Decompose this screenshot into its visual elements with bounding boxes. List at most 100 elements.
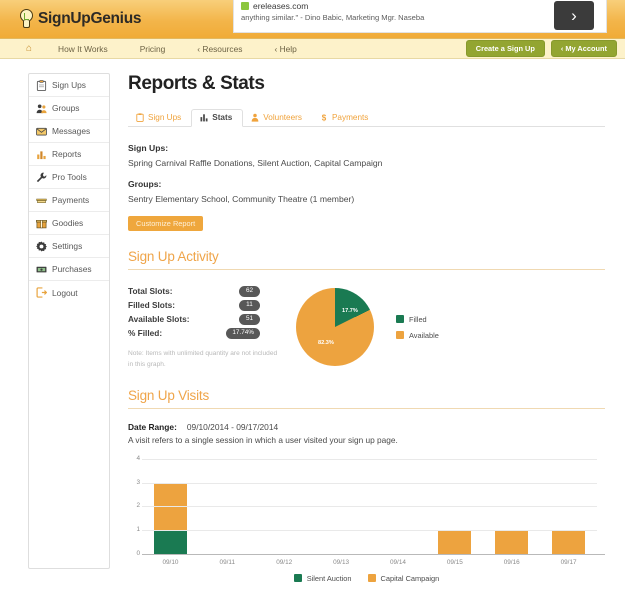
x-axis-label: 09/17 [560,558,577,566]
groups-label: Groups: [128,179,162,189]
create-sign-up-button[interactable]: Create a Sign Up [465,40,545,57]
sidebar-item-payments[interactable]: Payments [29,189,109,212]
sidebar-item-label: Sign Ups [52,80,86,90]
sidebar-item-purchases[interactable]: Purchases [29,258,109,281]
envelope-icon [36,127,47,135]
nav-link-resources[interactable]: ‹ Resources [181,44,258,54]
tab-stats[interactable]: Stats [191,109,244,127]
bar-chart-legend: Silent Auction Capital Campaign [128,574,605,583]
bar-chart-icon [37,150,46,159]
tab-payments[interactable]: $ Payments [312,113,378,126]
top-banner: SignUpGenius ereleases.com anything simi… [0,0,625,38]
ad-url[interactable]: ereleases.com [253,1,308,11]
sidebar-item-label: Goodies [52,218,84,228]
signups-value: Spring Carnival Raffle Donations, Silent… [128,158,383,168]
logout-icon [36,287,47,298]
x-axis-label: 09/10 [162,558,179,566]
legend-swatch-available [396,331,404,340]
sidebar-item-settings[interactable]: Settings [29,235,109,258]
bar-segment[interactable] [153,530,187,554]
sidebar-item-reports[interactable]: Reports [29,143,109,166]
pie-slice-label-filled: 17.7% [342,308,358,315]
stat-value: 62 [239,286,260,297]
sidebar-item-label: Reports [52,149,82,159]
svg-text:$: $ [322,114,327,122]
visits-bar-chart: 01234 09/10 09/11 09/12 09/13 09/14 09/15 09/1… [128,455,605,583]
legend-item: Capital Campaign [367,574,439,583]
activity-pie-chart: 17.7% 82.3% Filled Available [278,284,605,369]
my-account-button[interactable]: ‹ My Account [550,40,617,57]
gridline [142,458,597,460]
legend-label: Available [409,330,439,340]
y-axis-tick: 1 [136,526,140,534]
people-icon [36,103,47,113]
stat-label: Filled Slots: [128,300,176,311]
nav-link-pricing[interactable]: Pricing [124,44,182,54]
tab-volunteers[interactable]: Volunteers [243,113,312,126]
x-axis-label: 09/13 [333,558,350,566]
main-navigation: ⌂ How It Works Pricing ‹ Resources ‹ Hel… [0,38,625,59]
ad-next-button[interactable]: › [554,1,594,30]
nav-actions: Create a Sign Up ‹ My Account [465,40,617,57]
x-axis-label: 09/11 [219,558,236,566]
legend-item: Available [396,331,439,340]
stat-label: Available Slots: [128,314,190,325]
pie-legend: Filled Available [396,315,439,340]
nav-link-help[interactable]: ‹ Help [258,44,312,54]
filter-summary: Sign Ups: Spring Carnival Raffle Donatio… [128,143,605,232]
stat-value: 17.74% [226,328,260,339]
clipboard-icon [36,79,47,91]
bar-segment[interactable] [552,530,586,554]
groups-value: Sentry Elementary School, Community Thea… [128,194,355,204]
y-axis-tick: 4 [136,454,140,462]
sidebar-item-logout[interactable]: Logout [29,281,109,304]
tab-bar: Sign Ups Stats Volunteers $ Payments [128,108,605,127]
sign-up-activity-section: Total Slots: 62 Filled Slots: 11 Availab… [128,284,605,369]
lightbulb-icon [18,9,35,29]
legend-swatch-filled [396,315,404,324]
sidebar-item-label: Logout [52,287,78,298]
date-range-row: Date Range: 09/10/2014 - 09/17/2014 [128,422,605,432]
stat-label: % Filled: [128,328,163,339]
x-axis-label: 09/15 [446,558,463,566]
sidebar-item-groups[interactable]: Groups [29,97,109,120]
sidebar: Sign Ups Groups Messages Reports Pro Too… [28,73,110,569]
logo-text: SignUpGenius [38,10,142,27]
legend-item: Filled [396,315,439,324]
date-range-value: 09/10/2014 - 09/17/2014 [186,421,279,432]
legend-swatch-silent-auction [293,574,302,583]
sidebar-item-sign-ups[interactable]: Sign Ups [29,74,109,97]
customize-report-button[interactable]: Customize Report [128,216,204,232]
nav-link-how-it-works[interactable]: How It Works [42,44,124,54]
site-logo[interactable]: SignUpGenius [18,9,141,29]
bar-chart-plot: 0 1 2 3 4 [136,455,605,557]
sidebar-item-label: Messages [52,126,91,136]
sidebar-item-messages[interactable]: Messages [29,120,109,143]
stat-row: Total Slots: 62 [128,284,260,298]
stat-value: 51 [239,314,260,325]
home-icon[interactable]: ⌂ [26,43,42,54]
bar-chart-icon [200,114,208,122]
tab-sign-ups[interactable]: Sign Ups [128,113,191,126]
bar-segment[interactable] [495,530,529,554]
ad-banner[interactable]: ereleases.com anything similar." - Dino … [233,0,607,33]
activity-stats-list: Total Slots: 62 Filled Slots: 11 Availab… [128,284,278,369]
sidebar-item-pro-tools[interactable]: Pro Tools [29,166,109,189]
legend-swatch-capital-campaign [367,574,376,583]
y-axis-tick: 2 [136,502,140,510]
main-content: Reports & Stats Sign Ups Stats Volunteer… [110,73,625,583]
x-axis-label: 09/12 [276,558,293,566]
dollar-icon: $ [322,114,327,122]
sidebar-item-goodies[interactable]: Goodies [29,212,109,235]
y-axis-tick: 0 [136,549,140,557]
stat-value: 11 [239,300,260,311]
nav-links: ⌂ How It Works Pricing ‹ Resources ‹ Hel… [26,43,313,54]
legend-item: Silent Auction [293,574,352,583]
cash-icon [36,266,47,272]
gridline [142,482,597,484]
page-title: Reports & Stats [128,73,265,94]
gift-icon [36,219,47,228]
sign-up-activity-heading: Sign Up Activity [128,249,605,271]
visits-description: A visit refers to a single session in wh… [128,434,398,445]
bar-segment[interactable] [438,530,472,554]
